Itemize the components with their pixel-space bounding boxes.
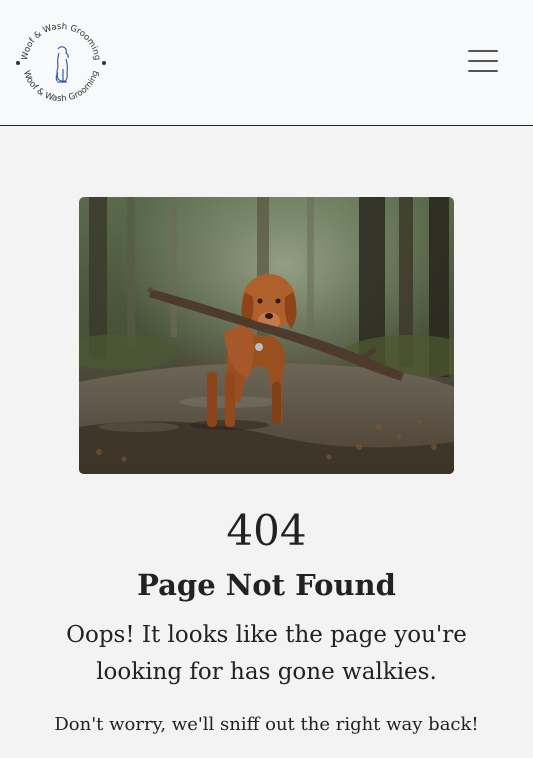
svg-text:Woof & Wash Grooming: Woof & Wash Grooming <box>20 22 102 61</box>
dog-with-stick-image <box>79 197 454 474</box>
hamburger-line <box>468 70 498 72</box>
hamburger-line <box>468 50 498 52</box>
logo-link[interactable]: Woof & Wash Grooming Woof & Wash Groomin… <box>11 13 111 113</box>
error-title: Page Not Found <box>137 568 396 602</box>
logo-text-bottom: Woof & Wash Grooming <box>21 69 101 104</box>
logo-text-top: Woof & Wash Grooming <box>20 22 102 61</box>
error-message: Oops! It looks like the page you're look… <box>66 622 467 685</box>
hamburger-line <box>468 60 498 62</box>
svg-text:Woof & Wash Grooming: Woof & Wash Grooming <box>21 69 101 104</box>
error-code: 404 <box>226 506 307 555</box>
navbar: Woof & Wash Grooming Woof & Wash Groomin… <box>0 0 533 126</box>
logo-badge: Woof & Wash Grooming Woof & Wash Groomin… <box>16 22 106 104</box>
error-subtext: Don't worry, we'll sniff out the right w… <box>54 714 479 735</box>
dog-sitting-icon <box>55 46 69 83</box>
hamburger-menu-icon[interactable] <box>466 48 500 76</box>
